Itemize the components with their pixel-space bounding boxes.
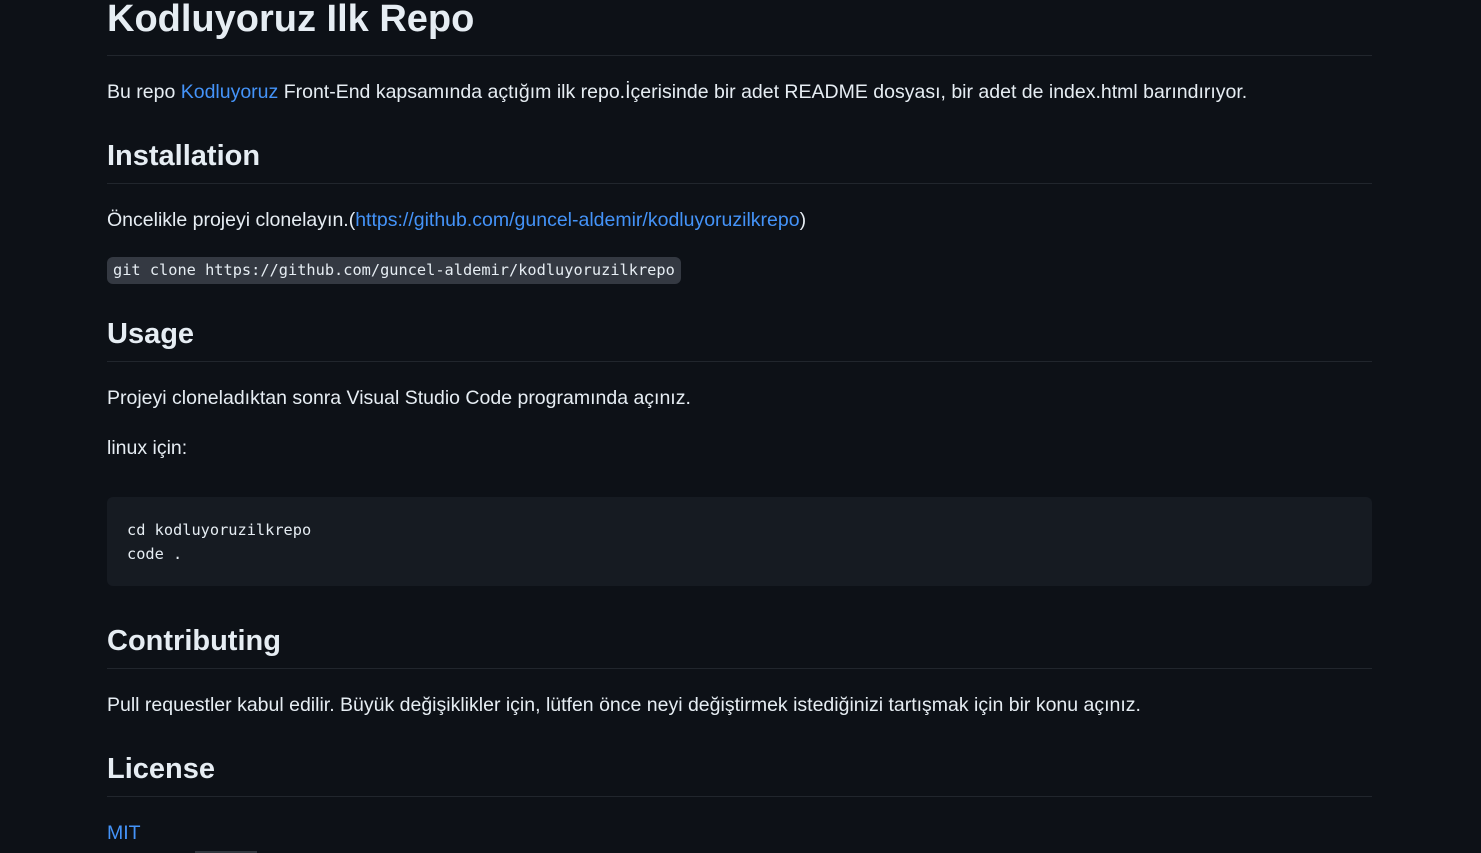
title-divider (107, 55, 1372, 56)
installation-paragraph: Öncelikle projeyi clonelayın.(https://gi… (107, 207, 806, 233)
installation-text-prefix: Öncelikle projeyi clonelayın.( (107, 209, 356, 231)
contributing-heading: Contributing (107, 625, 281, 657)
code-line: cd kodluyoruzilkrepo (127, 521, 312, 540)
intro-paragraph: Bu repo Kodluyoruz Front-End kapsamında … (107, 79, 1247, 105)
license-heading: License (107, 753, 215, 785)
contributing-divider (107, 668, 1372, 669)
usage-divider (107, 361, 1372, 362)
repo-url-link[interactable]: https://github.com/guncel-aldemir/kodluy… (355, 209, 799, 231)
license-paragraph: MIT (107, 820, 141, 846)
intro-prefix: Bu repo (107, 81, 181, 103)
installation-text-suffix: ) (799, 209, 807, 231)
usage-paragraph: Projeyi cloneladıktan sonra Visual Studi… (107, 387, 691, 409)
git-clone-command: git clone https://github.com/guncel-alde… (107, 257, 681, 284)
contributing-paragraph: Pull requestler kabul edilir. Büyük deği… (107, 694, 1141, 716)
installation-divider (107, 183, 1372, 184)
installation-heading: Installation (107, 140, 261, 172)
usage-heading: Usage (107, 318, 195, 350)
intro-suffix: Front-End kapsamında açtığım ilk repo.İç… (278, 81, 1248, 103)
mit-license-link[interactable]: MIT (107, 822, 141, 844)
usage-code-block: cd kodluyoruzilkrepo code . (107, 497, 1372, 587)
kodluyoruz-link[interactable]: Kodluyoruz (181, 81, 279, 103)
code-line: code . (127, 545, 183, 564)
page-title: Kodluyoruz Ilk Repo (107, 0, 475, 40)
linux-label: linux için: (107, 437, 188, 459)
license-divider (107, 796, 1372, 797)
